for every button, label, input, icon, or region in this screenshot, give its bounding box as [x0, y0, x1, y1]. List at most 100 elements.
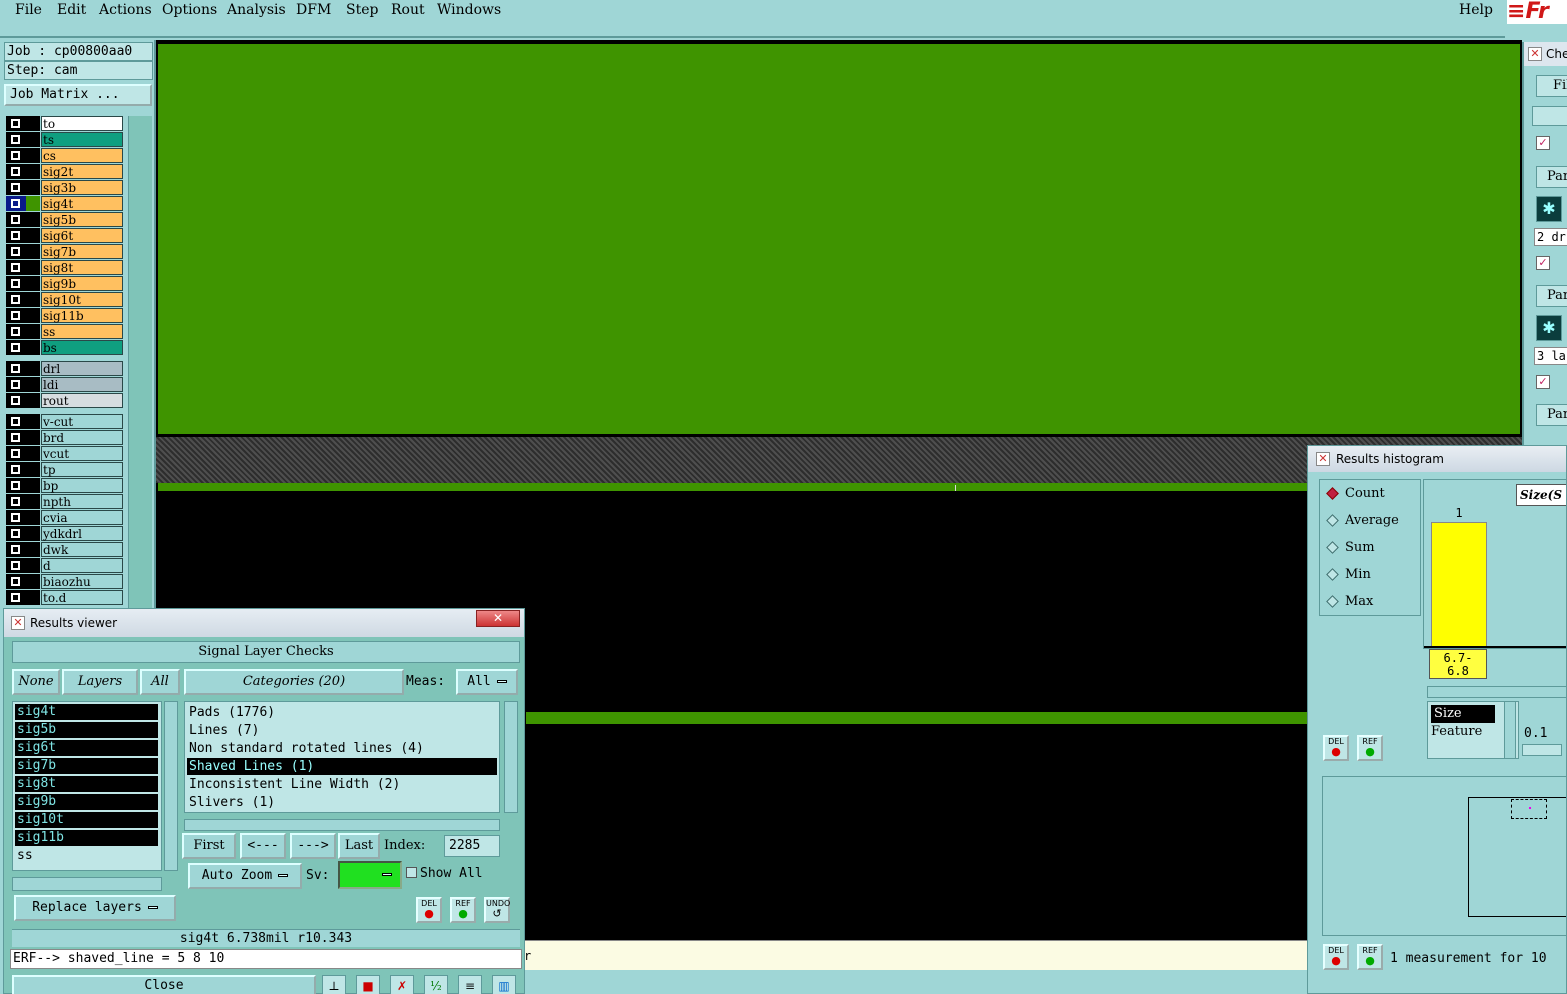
menu-help[interactable]: Help [1459, 2, 1493, 18]
ref-button[interactable]: REF ● [1357, 735, 1383, 761]
size-combo[interactable]: Size(S [1516, 484, 1566, 506]
stat-sum-radio[interactable]: Sum [1326, 538, 1375, 558]
layer-name[interactable]: brd [41, 430, 123, 445]
layer-row-sig2t[interactable]: sig2t [5, 164, 125, 179]
layer-checkbox[interactable] [6, 494, 26, 509]
layer-list-vscroll[interactable] [164, 701, 178, 871]
stat-min-radio[interactable]: Min [1326, 565, 1371, 585]
category-list-vscroll[interactable] [504, 701, 518, 813]
layer-name[interactable]: tp [41, 462, 123, 477]
stat-average-radio[interactable]: Average [1326, 511, 1399, 531]
result-layer-item[interactable]: sig8t [15, 776, 158, 792]
menu-options[interactable]: Options [162, 2, 217, 18]
result-layer-item[interactable]: sig5b [15, 722, 158, 738]
layer-row-sig11b[interactable]: sig11b [5, 308, 125, 323]
layer-checkbox[interactable] [6, 462, 26, 477]
menu-windows[interactable]: Windows [437, 2, 501, 18]
result-layer-item[interactable]: sig11b [15, 830, 158, 846]
categories-button[interactable]: Categories (20) [184, 669, 404, 695]
layer-name[interactable]: ts [41, 132, 123, 147]
layer-name[interactable]: sig7b [41, 244, 123, 259]
window-close-icon[interactable]: ✕ [1528, 47, 1542, 61]
layer-checkbox[interactable] [6, 324, 26, 339]
category-item[interactable]: Lines (7) [187, 722, 497, 739]
layers-all-button[interactable]: All [140, 669, 180, 695]
layer-name[interactable]: biaozhu [41, 574, 123, 589]
layer-checkbox[interactable] [6, 308, 26, 323]
histogram-hscroll[interactable] [1427, 686, 1566, 698]
axis-item-size[interactable]: Size [1431, 705, 1495, 723]
layer-row-sig5b[interactable]: sig5b [5, 212, 125, 227]
layer-row-sig3b[interactable]: sig3b [5, 180, 125, 195]
layer-checkbox[interactable] [6, 574, 26, 589]
checklist-file-menu[interactable]: File [1536, 75, 1567, 97]
job-matrix-button[interactable]: Job Matrix ... [4, 84, 152, 106]
layer-checkbox[interactable] [6, 340, 26, 355]
layer-checkbox[interactable] [6, 526, 26, 541]
layer-row-sig6t[interactable]: sig6t [5, 228, 125, 243]
category-item[interactable]: Slivers (1) [187, 794, 497, 811]
undo-button[interactable]: UNDO ↺ [484, 897, 510, 923]
layer-name[interactable]: sig10t [41, 292, 123, 307]
layer-checkbox[interactable] [6, 276, 26, 291]
close-button[interactable]: Close [12, 975, 316, 994]
layer-list-hscroll[interactable] [12, 877, 162, 891]
layer-row-to.d[interactable]: to.d [5, 590, 125, 605]
del-button[interactable]: DEL ● [416, 897, 442, 923]
last-button[interactable]: Last [338, 833, 380, 859]
layer-row-brd[interactable]: brd [5, 430, 125, 445]
next-button[interactable]: ---> [290, 833, 336, 859]
category-item[interactable]: Shaved Lines (1) [187, 758, 497, 775]
clear-tool-icon[interactable]: ■ [356, 975, 380, 994]
layer-checkbox[interactable] [6, 132, 26, 147]
ref-button[interactable]: REF ● [1357, 944, 1383, 970]
stat-count-radio[interactable]: Count [1326, 484, 1385, 504]
layer-name[interactable]: sig5b [41, 212, 123, 227]
step-tool-icon[interactable]: ½ [424, 975, 448, 994]
layer-row-sig7b[interactable]: sig7b [5, 244, 125, 259]
del-button[interactable]: DEL ● [1323, 944, 1349, 970]
layer-checkbox[interactable] [6, 377, 26, 392]
layer-checkbox[interactable] [6, 542, 26, 557]
axis-list-scrollbar[interactable] [1504, 701, 1516, 759]
layer-name[interactable]: npth [41, 494, 123, 509]
category-item[interactable]: Pads (1776) [187, 704, 497, 721]
histogram-bar[interactable] [1431, 522, 1487, 647]
scale-slider[interactable] [1522, 744, 1562, 756]
layer-list-scrollbar[interactable] [128, 116, 152, 610]
layer-row-ss[interactable]: ss [5, 324, 125, 339]
menu-analysis[interactable]: Analysis [227, 2, 286, 18]
layer-row-sig4t[interactable]: sig4t [5, 196, 125, 211]
checklist-par-button[interactable]: Par [1536, 404, 1567, 426]
prev-button[interactable]: <--- [240, 833, 286, 859]
layer-name[interactable]: ydkdrl [41, 526, 123, 541]
layer-row-vcut[interactable]: vcut [5, 446, 125, 461]
check-icon[interactable]: ✓ [1536, 375, 1550, 389]
delete-tool-icon[interactable]: ✗ [390, 975, 414, 994]
menu-step[interactable]: Step [346, 2, 378, 18]
result-layer-item[interactable]: sig6t [15, 740, 158, 756]
layer-row-bp[interactable]: bp [5, 478, 125, 493]
category-list-hscroll[interactable] [184, 819, 500, 831]
result-layer-item[interactable]: ss [15, 848, 158, 864]
layer-checkbox[interactable] [6, 164, 26, 179]
check-icon[interactable]: ✓ [1536, 256, 1550, 270]
sv-color-dropdown[interactable] [338, 861, 402, 889]
report-tool-icon[interactable]: ≡ [458, 975, 482, 994]
index-field[interactable]: 2285 [444, 835, 500, 857]
layer-checkbox[interactable] [6, 430, 26, 445]
layer-checkbox[interactable] [6, 558, 26, 573]
layer-row-cs[interactable]: cs [5, 148, 125, 163]
first-button[interactable]: First [182, 833, 236, 859]
layer-row-sig9b[interactable]: sig9b [5, 276, 125, 291]
layer-name[interactable]: sig9b [41, 276, 123, 291]
layer-row-ydkdrl[interactable]: ydkdrl [5, 526, 125, 541]
layer-row-bs[interactable]: bs [5, 340, 125, 355]
layer-checkbox[interactable] [6, 446, 26, 461]
layer-name[interactable]: vcut [41, 446, 123, 461]
layer-checkbox[interactable] [6, 393, 26, 408]
checklist-par-button[interactable]: Par [1536, 285, 1567, 307]
checklist-par-button[interactable]: Par [1536, 166, 1567, 188]
layer-name[interactable]: to.d [41, 590, 123, 605]
layer-row-drl[interactable]: drl [5, 361, 125, 376]
